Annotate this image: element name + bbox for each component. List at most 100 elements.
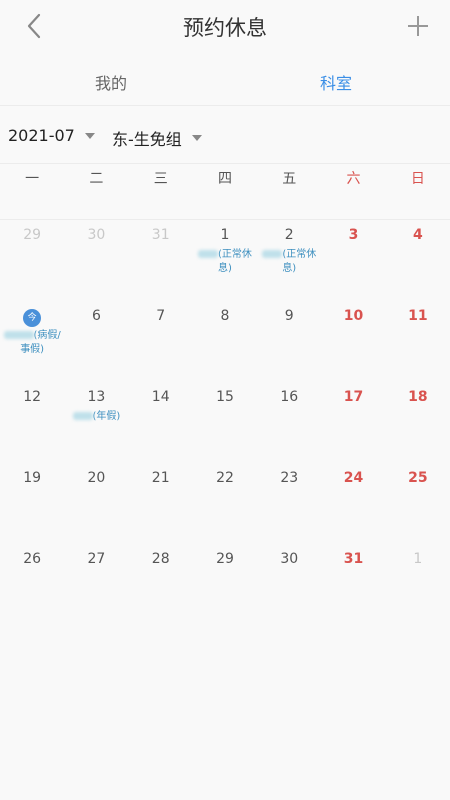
day-number: 26: [23, 551, 42, 567]
leave-type: (正常休息): [218, 249, 252, 274]
leave-note: (病假/事假): [0, 329, 64, 357]
day-number: 21: [151, 470, 170, 486]
calendar-day[interactable]: 10: [321, 301, 385, 382]
leave-note: (年假): [64, 410, 128, 424]
calendar-day[interactable]: 23: [257, 463, 321, 544]
calendar-day[interactable]: 22: [193, 463, 257, 544]
leave-note: (正常休息): [193, 248, 257, 276]
day-number: 13: [87, 389, 106, 405]
day-number: 17: [343, 389, 364, 405]
day-number: 29: [23, 227, 42, 243]
calendar-week: 29 30 31 1 (正常休息) 2 (正常休息) 3 4: [0, 220, 450, 301]
back-button[interactable]: [22, 12, 46, 40]
weekday-label: 六: [346, 171, 361, 187]
calendar-day[interactable]: 31: [321, 544, 385, 625]
calendar-day[interactable]: 19: [0, 463, 64, 544]
caret-down-icon: [191, 135, 202, 141]
day-number: 20: [87, 470, 106, 486]
day-number: 6: [91, 308, 101, 324]
calendar-week: 12 13 (年假) 14 15 16 17 18: [0, 382, 450, 463]
day-number: 22: [216, 470, 234, 486]
weekday-label: 三: [153, 171, 168, 187]
redacted-name: [198, 250, 219, 258]
calendar-day[interactable]: 20: [64, 463, 128, 544]
day-number: 11: [408, 308, 428, 324]
calendar-day[interactable]: 16: [257, 382, 321, 463]
weekday-label: 五: [282, 171, 297, 187]
calendar-day[interactable]: 8: [193, 301, 257, 382]
day-number: 8: [220, 308, 230, 324]
calendar-day[interactable]: 9: [257, 301, 321, 382]
calendar-day[interactable]: 21: [129, 463, 193, 544]
calendar-day[interactable]: 3: [321, 220, 385, 301]
redacted-name: [72, 412, 93, 420]
day-number: 27: [87, 551, 106, 567]
calendar-day[interactable]: 1: [386, 544, 450, 625]
day-number: 24: [343, 470, 364, 486]
calendar-day[interactable]: 1 (正常休息): [193, 220, 257, 301]
calendar-week: 26 27 28 29 30 31 1: [0, 544, 450, 625]
day-number: 14: [151, 389, 170, 405]
day-number: 3: [348, 227, 359, 243]
calendar-day[interactable]: 27: [64, 544, 128, 625]
calendar-day[interactable]: 26: [0, 544, 64, 625]
calendar-day[interactable]: 25: [386, 463, 450, 544]
leave-type: (正常休息): [282, 249, 317, 274]
calendar-day[interactable]: 15: [193, 382, 257, 463]
calendar-day[interactable]: 14: [129, 382, 193, 463]
day-number: 31: [151, 227, 170, 243]
tab-mine[interactable]: 我的: [95, 70, 127, 94]
day-number: 31: [343, 551, 364, 567]
leave-type: (年假): [92, 411, 121, 422]
calendar-day[interactable]: 今 (病假/事假): [0, 301, 64, 382]
day-number: 30: [87, 227, 106, 243]
month-selector[interactable]: 2021-07: [8, 126, 95, 145]
calendar-day[interactable]: 13 (年假): [64, 382, 128, 463]
tab-bar: 我的 科室: [0, 58, 450, 106]
day-number: 10: [343, 308, 364, 324]
add-button[interactable]: [404, 12, 432, 40]
day-number: 18: [408, 389, 428, 405]
day-number: 12: [23, 389, 42, 405]
day-number: 4: [412, 227, 423, 243]
redacted-name: [262, 250, 283, 258]
calendar-day[interactable]: 12: [0, 382, 64, 463]
calendar-day[interactable]: 18: [386, 382, 450, 463]
calendar-day[interactable]: 29: [0, 220, 64, 301]
weekday-label: 四: [217, 171, 232, 187]
day-number: 7: [156, 308, 166, 324]
group-label: 东-生免组: [112, 130, 182, 149]
calendar-day[interactable]: 30: [257, 544, 321, 625]
month-label: 2021-07: [8, 126, 75, 145]
calendar-day[interactable]: 7: [129, 301, 193, 382]
calendar-day[interactable]: 24: [321, 463, 385, 544]
group-selector[interactable]: 东-生免组: [112, 126, 202, 150]
day-number: 16: [280, 389, 299, 405]
calendar-day[interactable]: 2 (正常休息): [257, 220, 321, 301]
calendar-day[interactable]: 30: [64, 220, 128, 301]
day-number: 29: [216, 551, 234, 567]
tab-department[interactable]: 科室: [320, 70, 352, 94]
day-number: 30: [280, 551, 299, 567]
caret-down-icon: [84, 132, 95, 139]
calendar-day[interactable]: 17: [321, 382, 385, 463]
weekday-label: 一: [25, 171, 40, 187]
app-header: 预约休息: [0, 0, 450, 52]
day-number: 23: [280, 470, 299, 486]
calendar-day[interactable]: 11: [386, 301, 450, 382]
day-number-today: 今: [0, 308, 64, 327]
weekday-header: 一二三四五六日: [0, 164, 450, 220]
calendar-day[interactable]: 29: [193, 544, 257, 625]
calendar-day[interactable]: 31: [129, 220, 193, 301]
calendar-day[interactable]: 4: [386, 220, 450, 301]
day-number: 28: [151, 551, 170, 567]
today-badge: 今: [23, 309, 42, 327]
filter-bar: 2021-07 东-生免组: [0, 108, 450, 164]
weekday-label: 二: [89, 171, 104, 187]
calendar-day[interactable]: 28: [129, 544, 193, 625]
weekday-label: 日: [410, 171, 425, 187]
day-number: 19: [23, 470, 42, 486]
day-number: 25: [408, 470, 428, 486]
calendar-day[interactable]: 6: [64, 301, 128, 382]
leave-note: (正常休息): [257, 248, 321, 276]
